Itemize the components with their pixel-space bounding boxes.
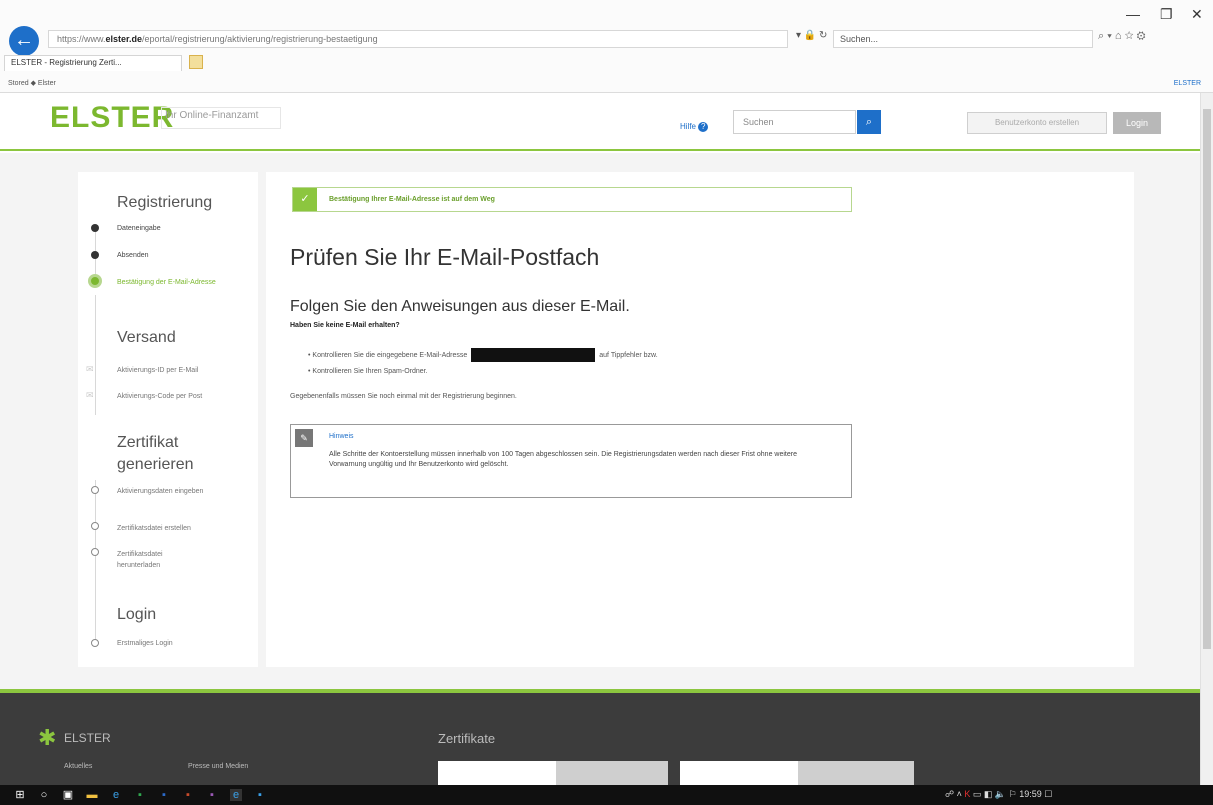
step-open-dot [91,486,99,494]
question-heading: Haben Sie keine E-Mail erhalten? [290,322,400,329]
page-subtitle: Folgen Sie den Anweisungen aus dieser E-… [290,298,630,315]
section-login: Login [117,606,157,623]
bullet-check-email: • Kontrollieren Sie die eingegebene E-Ma… [308,348,658,362]
favorites-right[interactable]: ELSTER [1174,76,1201,92]
site-footer: ✱ ELSTER Aktuelles Presse und Medien Zer… [0,693,1200,785]
system-tray[interactable]: ☍ ˄ K ▭ ◧ 🔈 ⚐ 19:59 ☐ [945,789,1052,800]
favorites-items[interactable]: Stored ◆ Elster [8,80,56,87]
search-icon[interactable]: ⌕ [857,110,881,134]
success-message: ✓ Bestätigung Ihrer E-Mail-Adresse ist a… [292,187,852,212]
hint-body: Alle Schritte der Kontoerstellung müssen… [329,451,797,468]
step-zertifikatsdatei-erstellen: Zertifikatsdatei erstellen [117,525,191,532]
step-open-dot [91,639,99,647]
bullet1-text-end: auf Tippfehler bzw. [599,351,658,359]
comment-icon: ✎ [295,429,313,447]
footer-link-aktuelles[interactable]: Aktuelles [64,763,92,770]
lock-refresh-icons[interactable]: ▾ 🔒 ↻ [796,30,827,41]
step-absenden: Absenden [117,252,149,259]
store-icon[interactable]: ▣ [62,789,74,801]
create-account-button[interactable]: Benutzerkonto erstellen [967,112,1107,134]
start-icon[interactable]: ⊞ [14,789,26,801]
progress-line [95,480,96,640]
tray-k-icon[interactable]: K [964,789,970,799]
progress-line [95,295,96,415]
footer-card[interactable] [798,761,914,785]
elster-logo[interactable]: ELSTER [50,101,174,135]
favorites-bar: Stored ◆ Elster ELSTER [0,76,1213,92]
step-done-dot [91,224,99,232]
section-zertifikat: Zertifikat generieren [117,434,194,473]
word-icon[interactable]: ▪ [158,789,170,801]
hint-box: ✎ Hinweis Alle Schritte der Kontoerstell… [290,424,852,498]
step-erstmaliges-login: Erstmaliges Login [117,640,173,647]
minimize-icon[interactable]: — [1126,6,1140,22]
footer-card[interactable] [680,761,798,785]
page-scrollbar[interactable] [1200,93,1213,785]
step-aktivierungs-code: Aktivierungs-Code per Post [117,393,203,400]
search-icon[interactable]: ○ [38,789,50,801]
step-aktivierungs-id: Aktivierungs-ID per E-Mail [117,367,199,374]
folder-icon[interactable]: ▬ [86,789,98,801]
step-zertifikatsdatei-herunterladen: Zertifikatsdatei herunterladen [117,551,163,569]
success-text: Bestätigung Ihrer E-Mail-Adresse ist auf… [329,196,495,203]
logo-subtitle: Ihr Online-Finanzamt [160,107,282,129]
footer-link-presse[interactable]: Presse und Medien [188,763,248,770]
restore-icon[interactable]: ❐ [1160,6,1173,23]
footer-brand: ELSTER [64,731,111,745]
step-open-dot [91,522,99,530]
bullet1-text: • Kontrollieren Sie die eingegebene E-Ma… [308,351,468,359]
step-bestaetigung: Bestätigung der E-Mail-Adresse [117,279,216,286]
footer-card[interactable] [556,761,668,785]
check-icon: ✓ [293,188,317,211]
address-domain: elster.de [105,34,143,44]
envelope-icon: ✉ [86,390,94,400]
address-path: /eportal/registrierung/aktivierung/regis… [142,34,378,44]
browser-search-input[interactable]: Suchen... [833,30,1093,48]
footer-card[interactable] [438,761,556,785]
redacted-email [471,348,596,362]
outlook-icon[interactable]: ▪ [254,789,266,801]
ie-active-icon[interactable]: e [230,789,242,801]
step-open-dot [91,548,99,556]
browser-chrome: — ❐ ✕ ← https://www.elster.de/eportal/re… [0,0,1213,93]
page-title: Prüfen Sie Ihr E-Mail-Postfach [290,244,600,270]
address-bar[interactable]: https://www.elster.de/eportal/registrier… [48,30,788,48]
step-active-dot [88,274,102,288]
section-versand: Versand [117,329,176,346]
help-link[interactable]: Hilfe ? [680,122,709,132]
browser-tab[interactable]: ELSTER - Registrierung Zerti... [4,55,182,71]
hint-title: Hinweis [329,433,354,440]
windows-taskbar: ⊞ ○ ▣ ▬ e ▪ ▪ ▪ ▪ e ▪ ☍ ˄ K ▭ ◧ 🔈 ⚐ 19:5… [0,785,1213,805]
close-icon[interactable]: ✕ [1191,6,1203,23]
help-icon: ? [698,122,709,132]
new-tab-button[interactable] [189,55,203,69]
excel-icon[interactable]: ▪ [134,789,146,801]
address-prefix: https://www. [57,34,106,44]
login-button[interactable]: Login [1113,112,1161,134]
site-header: ELSTER Ihr Online-Finanzamt Hilfe ? Such… [0,93,1200,151]
step-done-dot [91,251,99,259]
progress-sidebar [78,172,258,667]
clock[interactable]: 19:59 [1019,789,1042,799]
scrollbar-thumb[interactable] [1203,109,1211,649]
star-icon: ✱ [38,725,57,750]
ie-icon[interactable]: e [110,789,122,801]
envelope-icon: ✉ [86,364,94,374]
help-label: Hilfe [680,122,697,132]
section-registrierung: Registrierung [117,194,213,211]
back-arrow-icon[interactable]: ← [9,26,39,56]
step-dateneingabe: Dateneingabe [117,225,161,232]
home-star-gear-icons[interactable]: ⌕ ▾ ⌂ ☆ ⚙ [1098,30,1146,43]
step-aktivierungsdaten: Aktivierungsdaten eingeben [117,488,204,495]
bullet-spam: • Kontrollieren Sie Ihren Spam-Ordner. [308,368,428,375]
site-search-input[interactable]: Suchen [733,110,856,134]
onenote-icon[interactable]: ▪ [206,789,218,801]
powerpoint-icon[interactable]: ▪ [182,789,194,801]
footer-heading-zertifikate: Zertifikate [438,731,496,746]
restart-note: Gegebenenfalls müssen Sie noch einmal mi… [290,393,517,400]
